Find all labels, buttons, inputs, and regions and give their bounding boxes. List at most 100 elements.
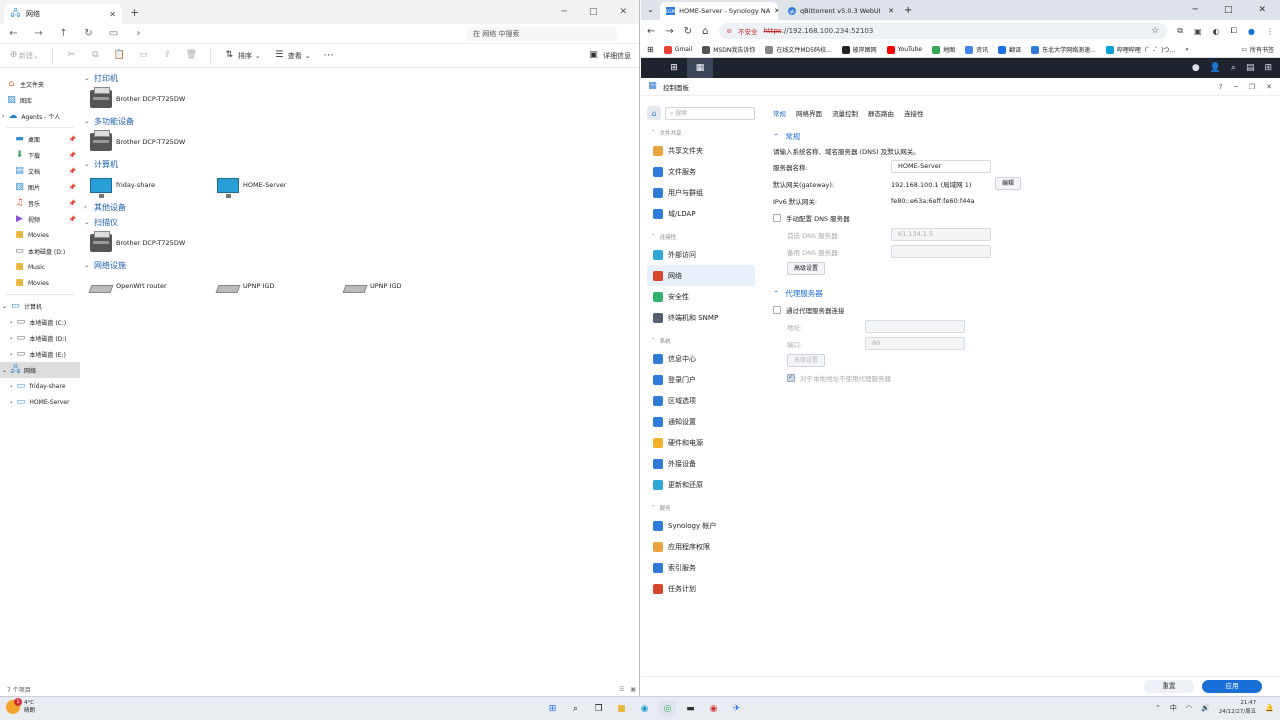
nav-item-music[interactable]: ♫ 音乐 📌: [0, 195, 80, 211]
nav-item-drive-e[interactable]: › ▭ 本地磁盘 (E:): [0, 346, 80, 362]
copy-icon[interactable]: ⧉: [90, 50, 101, 61]
nav-item-home[interactable]: ⌂ 主文件夹: [0, 76, 80, 92]
sidebar-item-external-devices[interactable]: 外接设备: [647, 453, 755, 474]
device-item[interactable]: Brother DCP-T725DW: [90, 128, 217, 156]
close-window-icon[interactable]: ✕: [619, 7, 627, 17]
netease-music-icon[interactable]: ◉: [705, 701, 722, 717]
group-header-other-devices[interactable]: › 其他设备: [84, 200, 634, 214]
nav-item-music-folder[interactable]: ■ Music: [0, 259, 80, 275]
expand-chevron-icon[interactable]: ›: [10, 319, 12, 326]
tiles-view-icon[interactable]: ▣: [630, 686, 636, 693]
sidebar-item-login-portal[interactable]: 登录门户: [647, 369, 755, 390]
rename-icon[interactable]: ▭: [138, 50, 149, 61]
nav-item-drive-d2[interactable]: › ▭ 本地磁盘 (D:): [0, 330, 80, 346]
sort-button[interactable]: ⇅ 排序 ⌄: [224, 50, 261, 61]
input-method-icon[interactable]: 中: [1170, 703, 1177, 713]
section-header-file-sharing[interactable]: ⌃ 文件共享: [647, 126, 755, 140]
bookmark-star-icon[interactable]: ☆: [1151, 26, 1159, 36]
close-window-icon[interactable]: ✕: [1258, 5, 1266, 15]
device-item[interactable]: Brother DCP-T725DW: [90, 229, 217, 257]
pin-icon[interactable]: 📌: [69, 200, 76, 207]
new-tab-icon[interactable]: +: [130, 6, 139, 19]
bypass-local-checkbox[interactable]: [787, 373, 795, 382]
sidebar-item-hardware-power[interactable]: 硬件和电源: [647, 432, 755, 453]
tab-general[interactable]: 常规: [773, 108, 786, 118]
sidebar-item-external-access[interactable]: 外部访问: [647, 244, 755, 265]
expand-chevron-icon[interactable]: ›: [2, 113, 4, 120]
sidebar-item-network[interactable]: 网络: [647, 265, 755, 286]
device-item[interactable]: HOME-Server: [217, 171, 344, 199]
tray-overflow-chevron-icon[interactable]: ⌃: [1155, 704, 1161, 712]
pin-icon[interactable]: 📌: [69, 152, 76, 159]
sidebar-item-domain-ldap[interactable]: 域/LDAP: [647, 203, 755, 224]
bookmark-item[interactable]: 地图: [932, 45, 955, 54]
bookmark-item[interactable]: 在线文件MD5码校...: [765, 45, 832, 54]
forward-arrow-icon[interactable]: →: [33, 28, 44, 39]
nav-item-friday-share[interactable]: › ▭ friday-share: [0, 378, 80, 394]
delete-icon[interactable]: 🗑: [186, 50, 197, 61]
group-header-scanners[interactable]: ⌄ 扫描仪: [84, 215, 634, 229]
reload-icon[interactable]: ↻: [684, 26, 692, 37]
nav-item-desktop[interactable]: ▬ 桌面 📌: [0, 131, 80, 147]
share-icon[interactable]: ⇪: [162, 50, 173, 61]
tab-static-route[interactable]: 静态路由: [868, 108, 894, 118]
apps-grid-icon[interactable]: ⊞: [647, 45, 654, 54]
proxy-address-input[interactable]: [865, 320, 965, 333]
extension-icon[interactable]: ◐: [1213, 27, 1220, 36]
maximize-icon[interactable]: □: [1224, 5, 1233, 15]
bookmark-item[interactable]: 彼岸图网: [841, 45, 877, 54]
paste-icon[interactable]: 📋: [114, 50, 125, 61]
section-header-connectivity[interactable]: ⌃ 连接性: [647, 230, 755, 244]
chrome-browser-icon[interactable]: ◎: [659, 701, 676, 717]
device-item[interactable]: UPNP IGD: [215, 272, 344, 300]
back-arrow-icon[interactable]: ←: [8, 28, 19, 39]
tab-network-interface[interactable]: 网络界面: [796, 108, 822, 118]
nav-item-home-server[interactable]: › ▭ HOME-Server: [0, 394, 80, 410]
preferred-dns-input[interactable]: 61.134.1.5: [891, 228, 991, 241]
nav-item-videos[interactable]: ▶ 视频 📌: [0, 211, 80, 227]
menu-kebab-icon[interactable]: ⋮: [1266, 27, 1274, 36]
widgets-icon[interactable]: ▤: [1246, 63, 1255, 73]
cut-icon[interactable]: ✂: [66, 50, 77, 61]
explorer-search-input[interactable]: 在 网络 中搜索: [467, 26, 617, 41]
nav-item-network[interactable]: ⌄ 🖧 网络: [0, 362, 80, 378]
alternate-dns-input[interactable]: [891, 245, 991, 258]
close-tab-icon[interactable]: ✕: [888, 7, 894, 15]
device-item[interactable]: friday-share: [90, 171, 217, 199]
edge-browser-icon[interactable]: ◉: [636, 701, 653, 717]
bookmark-item[interactable]: 东北大学网络测速...: [1031, 45, 1096, 54]
proxy-advanced-settings-button[interactable]: 高级设置: [787, 354, 826, 367]
expand-chevron-icon[interactable]: ›: [10, 335, 12, 342]
browser-tab-qbittorrent[interactable]: qb qBittorrent v5.0.3 WebUI ✕: [782, 2, 900, 20]
maximize-icon[interactable]: □: [589, 7, 598, 17]
more-bookmarks-icon[interactable]: »: [1185, 46, 1189, 53]
expand-chevron-icon[interactable]: ›: [10, 351, 12, 358]
address-bar[interactable]: ⊘ 不安全 https://192.168.100.234:52103 ☆: [718, 23, 1168, 39]
more-options-icon[interactable]: ⋯: [324, 50, 334, 61]
home-icon[interactable]: ⌂: [647, 106, 661, 120]
edit-gateway-button[interactable]: 编辑: [995, 177, 1022, 190]
wifi-icon[interactable]: ◠: [1186, 704, 1192, 712]
nav-item-drive-c[interactable]: › ▭ 本地磁盘 (C:): [0, 314, 80, 330]
section-header-proxy[interactable]: ⌃ 代理服务器: [765, 285, 1275, 301]
nav-item-computer[interactable]: ⌄ ▭ 计算机: [0, 298, 80, 314]
apply-button[interactable]: 应用: [1202, 680, 1262, 693]
sidebar-item-security[interactable]: 安全性: [647, 286, 755, 307]
all-bookmarks-button[interactable]: ▭ 所有书签: [1241, 45, 1274, 54]
volume-icon[interactable]: 🔊: [1201, 704, 1210, 712]
details-button[interactable]: ▣ 详细信息: [588, 50, 631, 61]
home-icon[interactable]: ⌂: [702, 26, 708, 37]
group-header-network-infrastructure[interactable]: ⌄ 网络设施: [84, 258, 634, 272]
sidebar-item-shared-folder[interactable]: 共享文件夹: [647, 140, 755, 161]
tab-connectivity[interactable]: 连接性: [904, 108, 924, 118]
section-header-general[interactable]: ⌃ 常规: [765, 128, 1275, 144]
monitor-icon[interactable]: ▭: [108, 28, 119, 39]
profile-avatar-icon[interactable]: ●: [1248, 27, 1255, 36]
minimize-icon[interactable]: ─: [1193, 5, 1198, 15]
nav-item-documents[interactable]: ▤ 文档 📌: [0, 163, 80, 179]
device-item[interactable]: Brother DCP-T725DW: [90, 85, 217, 113]
sidebar-search-input[interactable]: ⌕ 搜索: [665, 106, 755, 120]
new-button[interactable]: ⊕ 新建 ⌄: [8, 50, 39, 61]
forward-arrow-icon[interactable]: →: [665, 26, 673, 37]
nav-item-downloads[interactable]: ⬇ 下载 📌: [0, 147, 80, 163]
